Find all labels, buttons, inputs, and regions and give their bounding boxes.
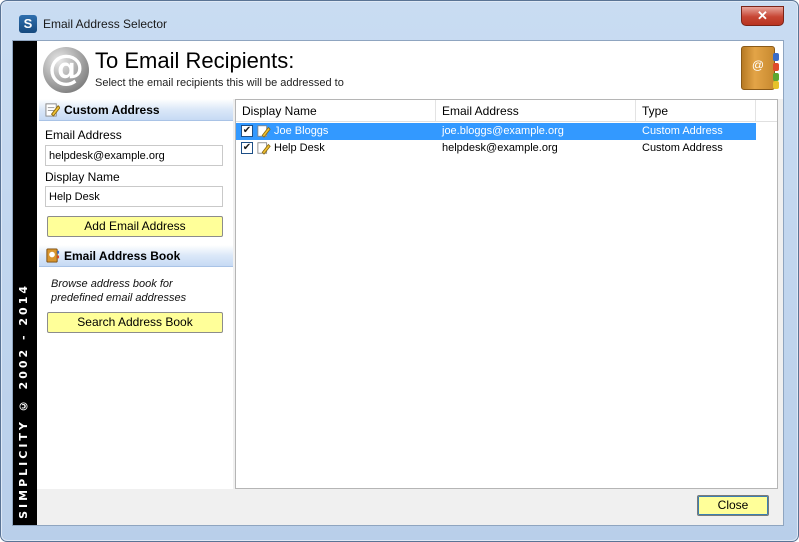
window-close-button[interactable]: ✕ xyxy=(741,6,784,26)
window-title: Email Address Selector xyxy=(43,17,168,31)
page-subtitle: Select the email recipients this will be… xyxy=(95,77,344,89)
row-email-address: joe.bloggs@example.org xyxy=(442,125,564,137)
column-header-type[interactable]: Type xyxy=(636,100,756,122)
search-address-book-button[interactable]: Search Address Book xyxy=(47,312,223,333)
row-checkbox[interactable]: ✔ xyxy=(241,142,253,154)
row-type: Custom Address xyxy=(642,125,723,137)
display-name-input[interactable] xyxy=(45,186,223,207)
address-book-description-line1: Browse address book for xyxy=(51,278,173,290)
dialog-client-area: SIMPLICITY © 2002 - 2014 @ To Email Reci… xyxy=(12,40,784,526)
custom-address-icon xyxy=(257,125,271,138)
address-book-section-header[interactable]: Email Address Book xyxy=(39,245,233,267)
recipients-list[interactable]: Display Name Email Address Type ✔ Joe Bl… xyxy=(235,99,778,489)
add-email-address-button[interactable]: Add Email Address xyxy=(47,216,223,237)
email-address-input[interactable] xyxy=(45,145,223,166)
dialog-footer: Close xyxy=(37,489,783,525)
close-icon: ✕ xyxy=(757,8,768,23)
list-row[interactable]: ✔ Help Desk helpdesk@example.org Custom … xyxy=(236,140,756,157)
column-header-display-name[interactable]: Display Name xyxy=(236,100,436,122)
email-at-icon: @ xyxy=(43,47,89,93)
left-panel: Custom Address Email Address Display Nam… xyxy=(37,99,233,525)
list-row[interactable]: ✔ Joe Bloggs joe.bloggs@example.org Cust… xyxy=(236,123,756,140)
custom-address-section-header[interactable]: Custom Address xyxy=(39,99,233,121)
row-email-address: helpdesk@example.org xyxy=(442,142,558,154)
dialog-header: @ To Email Recipients: Select the email … xyxy=(37,41,783,99)
address-book-title: Email Address Book xyxy=(64,249,181,263)
row-display-name: Joe Bloggs xyxy=(274,125,329,137)
brand-text: SIMPLICITY © 2002 - 2014 xyxy=(17,283,30,519)
title-bar[interactable]: S Email Address Selector ✕ xyxy=(1,1,798,41)
page-title: To Email Recipients: xyxy=(95,48,295,73)
brand-strip: SIMPLICITY © 2002 - 2014 xyxy=(13,41,37,525)
email-address-label: Email Address xyxy=(45,128,122,142)
display-name-label: Display Name xyxy=(45,170,120,184)
close-button[interactable]: Close xyxy=(697,495,769,516)
edit-pencil-icon xyxy=(45,103,60,117)
custom-address-title: Custom Address xyxy=(64,103,160,117)
app-window: S Email Address Selector ✕ SIMPLICITY © … xyxy=(0,0,799,542)
custom-address-icon xyxy=(257,142,271,155)
app-icon[interactable]: S xyxy=(19,15,37,33)
row-checkbox[interactable]: ✔ xyxy=(241,125,253,137)
row-display-name: Help Desk xyxy=(274,142,325,154)
address-book-small-icon xyxy=(46,248,60,263)
column-header-email-address[interactable]: Email Address xyxy=(436,100,636,122)
list-header: Display Name Email Address Type xyxy=(236,100,777,122)
address-book-description-line2: predefined email addresses xyxy=(51,292,187,304)
address-book-icon: @ xyxy=(741,46,779,90)
row-type: Custom Address xyxy=(642,142,723,154)
